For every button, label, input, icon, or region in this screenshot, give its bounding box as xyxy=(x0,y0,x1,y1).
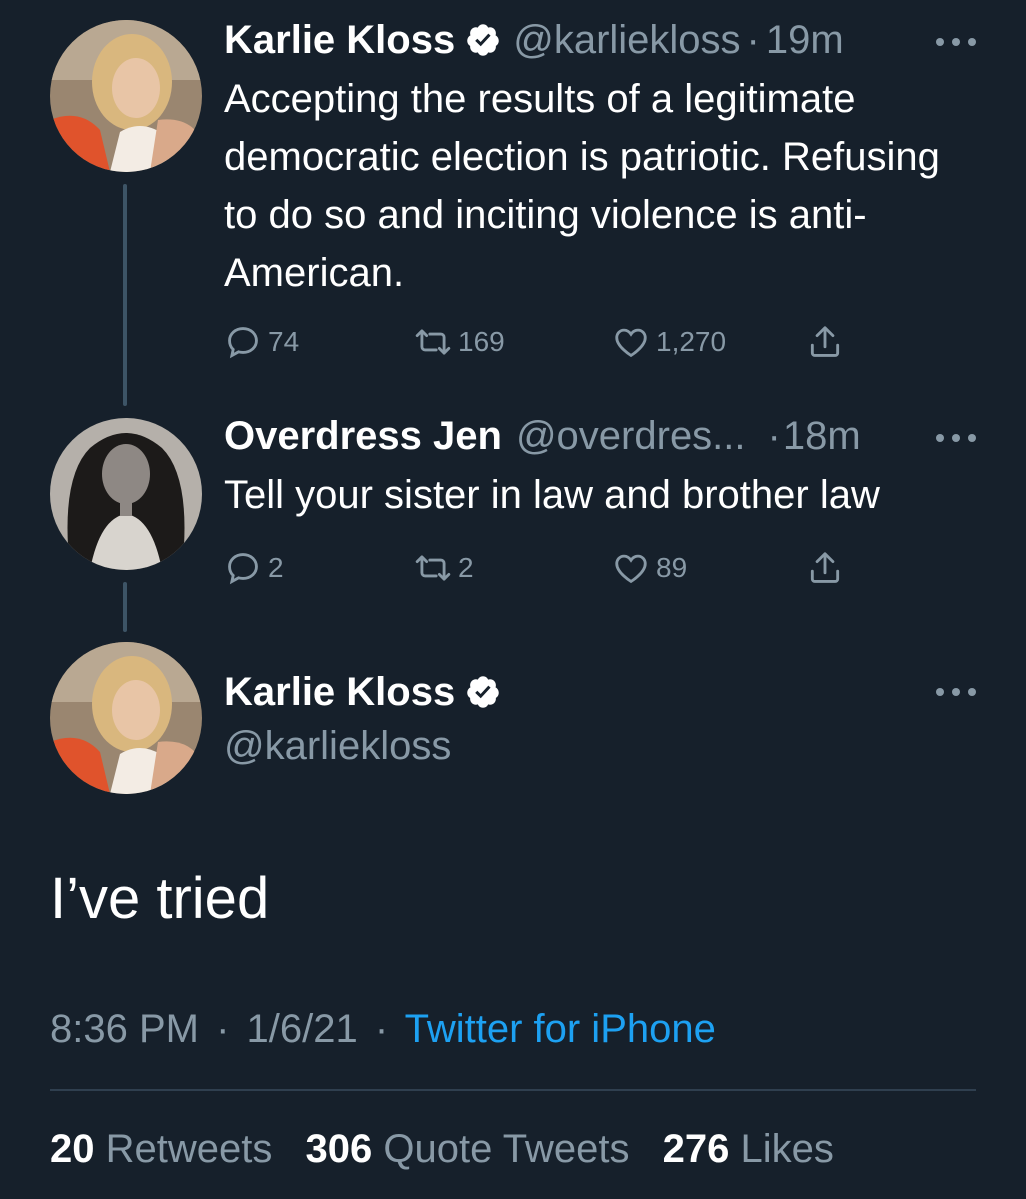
likes-count: 276 xyxy=(662,1127,730,1171)
retweet-icon xyxy=(415,329,451,355)
reply-count: 2 xyxy=(268,552,284,583)
retweet-button[interactable]: 2 xyxy=(414,548,474,588)
display-name[interactable]: Overdress Jen xyxy=(224,412,502,460)
tweet-text: Accepting the results of a legitimate de… xyxy=(224,77,940,295)
reply-count: 74 xyxy=(268,326,300,357)
retweets-label: Retweets xyxy=(105,1127,273,1171)
handle[interactable]: @karliekloss xyxy=(513,16,740,64)
source-link[interactable]: Twitter for iPhone xyxy=(405,1007,716,1051)
tweet-meta: 8:36 PM · 1/6/21 · Twitter for iPhone xyxy=(50,1004,716,1054)
likes-stat[interactable]: 276 Likes xyxy=(663,1127,834,1171)
quote-tweets-label: Quote Tweets xyxy=(383,1127,630,1171)
heart-icon xyxy=(615,554,647,584)
handle[interactable]: @overdres... xyxy=(516,412,746,460)
author-name-row: Karlie Kloss xyxy=(224,668,513,716)
engagement-stats: 20 Retweets 306 Quote Tweets 276 Likes xyxy=(50,1124,856,1174)
separator: · xyxy=(746,18,760,62)
avatar[interactable] xyxy=(50,642,202,794)
divider xyxy=(50,1089,976,1091)
like-button[interactable]: 1,270 xyxy=(612,322,726,362)
avatar[interactable] xyxy=(50,418,202,570)
separator: · xyxy=(374,1007,389,1051)
thread-line xyxy=(123,582,127,632)
quote-tweets-stat[interactable]: 306 Quote Tweets xyxy=(306,1127,630,1171)
heart-icon xyxy=(615,328,647,358)
tweet-header: Overdress Jen @overdres... · 18m xyxy=(224,412,861,460)
display-name[interactable]: Karlie Kloss xyxy=(224,668,455,716)
thread-line xyxy=(123,184,127,406)
tweet-text: Tell your sister in law and brother law xyxy=(224,473,880,517)
timestamp[interactable]: 19m xyxy=(766,16,844,64)
reply-button[interactable]: 74 xyxy=(224,322,299,362)
display-name[interactable]: Karlie Kloss xyxy=(224,16,455,64)
reply-icon xyxy=(228,553,258,585)
quote-tweets-count: 306 xyxy=(305,1127,373,1171)
share-button[interactable] xyxy=(806,548,850,588)
retweet-count: 169 xyxy=(458,326,505,357)
retweet-count: 2 xyxy=(458,552,474,583)
verified-badge-icon xyxy=(467,676,499,708)
retweet-button[interactable]: 169 xyxy=(414,322,505,362)
more-options-icon[interactable] xyxy=(936,428,976,448)
retweets-stat[interactable]: 20 Retweets xyxy=(50,1127,272,1171)
share-icon xyxy=(810,326,840,357)
timestamp[interactable]: 18m xyxy=(783,412,861,460)
verified-badge-icon xyxy=(467,24,499,56)
handle[interactable]: @karliekloss xyxy=(224,722,451,770)
share-icon xyxy=(810,552,840,583)
likes-label: Likes xyxy=(740,1127,834,1171)
separator: · xyxy=(216,1007,230,1051)
like-button[interactable]: 89 xyxy=(612,548,687,588)
like-count: 89 xyxy=(656,552,688,583)
separator: · xyxy=(767,414,781,458)
author-handle-row: @karliekloss xyxy=(224,722,451,770)
reply-button[interactable]: 2 xyxy=(224,548,284,588)
like-count: 1,270 xyxy=(656,326,727,357)
share-button[interactable] xyxy=(806,322,850,362)
more-options-icon[interactable] xyxy=(936,682,976,702)
tweet-date[interactable]: 1/6/21 xyxy=(247,1007,358,1051)
more-options-icon[interactable] xyxy=(936,32,976,52)
avatar[interactable] xyxy=(50,20,202,172)
tweet-header: Karlie Kloss @karliekloss · 19m xyxy=(224,16,844,64)
retweets-count: 20 xyxy=(50,1127,95,1171)
tweet-time[interactable]: 8:36 PM xyxy=(50,1007,199,1051)
retweet-icon xyxy=(415,555,451,581)
reply-icon xyxy=(228,327,258,359)
tweet-text: I’ve tried xyxy=(50,866,270,931)
